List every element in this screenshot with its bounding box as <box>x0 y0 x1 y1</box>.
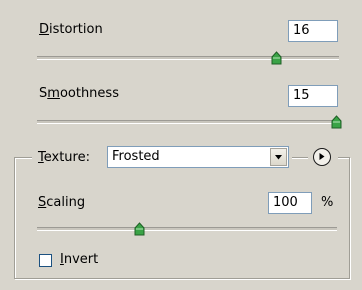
scaling-slider-track[interactable] <box>37 227 337 231</box>
chevron-down-icon <box>275 155 282 160</box>
smoothness-slider-thumb[interactable] <box>331 115 342 129</box>
invert-checkbox[interactable] <box>39 254 52 267</box>
distortion-label: Distortion <box>39 22 103 37</box>
texture-select[interactable]: Frosted <box>107 146 289 168</box>
distortion-input[interactable]: 16 <box>288 20 338 42</box>
filter-options-panel: { "distortion": { "label_pre": "", "labe… <box>0 0 362 290</box>
smoothness-input[interactable]: 15 <box>288 85 338 107</box>
texture-menu-button[interactable] <box>313 148 331 166</box>
distortion-slider-track[interactable] <box>37 56 339 60</box>
scaling-input[interactable]: 100 <box>268 192 312 214</box>
scaling-label: Scaling <box>38 195 86 210</box>
smoothness-label: Smoothness <box>39 86 119 101</box>
invert-label[interactable]: Invert <box>60 252 98 267</box>
texture-label: Texture: <box>38 150 90 165</box>
scaling-unit: % <box>321 195 334 210</box>
distortion-slider-thumb[interactable] <box>271 51 282 65</box>
smoothness-slider-track[interactable] <box>37 120 339 124</box>
play-arrow-icon <box>319 153 325 160</box>
scaling-slider-thumb[interactable] <box>134 222 145 236</box>
texture-selected-value: Frosted <box>112 149 160 164</box>
texture-dropdown-button[interactable] <box>270 148 287 166</box>
